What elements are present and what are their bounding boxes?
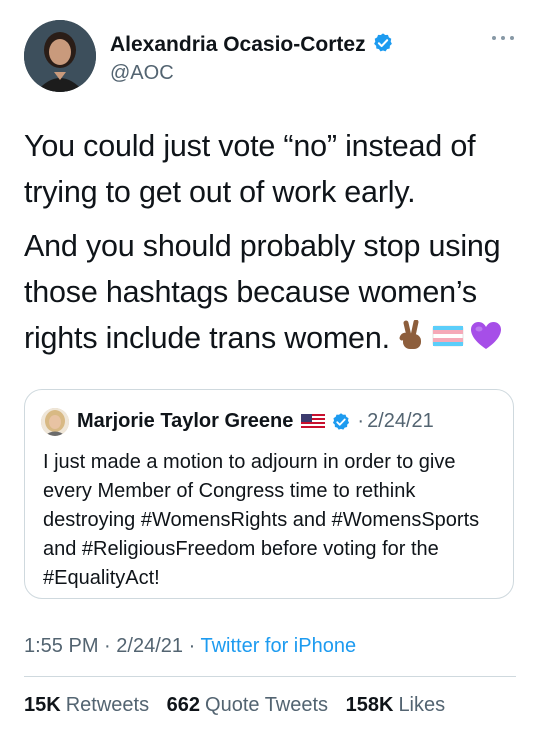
tweet-text-paragraph-2: And you should probably stop using those… (24, 223, 524, 361)
us-flag-icon (301, 413, 326, 430)
quoted-tweet-date[interactable]: 2/24/21 (367, 410, 434, 433)
tweet-card: Alexandria Ocasio-Cortez @AOC You could … (0, 0, 540, 739)
likes-count: 158K (345, 694, 394, 716)
author-handle[interactable]: @AOC (110, 62, 174, 85)
meta-separator-1: · (104, 635, 111, 657)
quoted-date-separator: · (357, 410, 365, 432)
tweet-date[interactable]: 2/24/21 (116, 635, 183, 657)
transgender-flag-emoji-icon (432, 325, 464, 347)
tweet-meta: 1:55 PM · 2/24/21 · Twitter for iPhone (24, 635, 356, 658)
quoted-tweet-header: Marjorie Taylor Greene · 2/24/21 (77, 410, 434, 433)
more-options-icon[interactable] (492, 34, 514, 42)
author-name[interactable]: Alexandria Ocasio-Cortez (110, 32, 394, 57)
verified-badge-icon (373, 33, 392, 52)
likes-label: Likes (398, 694, 446, 716)
quote-tweets-stat[interactable]: 662 Quote Tweets (167, 694, 328, 716)
quoted-author-avatar[interactable] (41, 408, 69, 436)
emoji-group (398, 320, 502, 352)
tweet-text-paragraph-1: You could just vote “no” instead of tryi… (24, 129, 476, 209)
quote-tweets-label: Quote Tweets (205, 694, 329, 716)
author-name-text[interactable]: Alexandria Ocasio-Cortez (110, 33, 366, 56)
tweet-stats: 15K Retweets 662 Quote Tweets 158K Likes (24, 694, 457, 717)
retweets-label: Retweets (65, 694, 150, 716)
likes-stat[interactable]: 158K Likes (346, 694, 446, 716)
victory-hand-emoji-icon (399, 320, 421, 349)
meta-separator-2: · (188, 635, 196, 657)
quoted-author-name[interactable]: Marjorie Taylor Greene (77, 410, 293, 433)
tweet-source-link[interactable]: Twitter for iPhone (200, 635, 356, 657)
tweet-time[interactable]: 1:55 PM (24, 635, 98, 657)
divider (24, 676, 516, 677)
quoted-verified-badge-icon (333, 412, 350, 430)
author-avatar[interactable] (24, 20, 96, 92)
purple-heart-emoji-icon (470, 322, 501, 349)
quoted-tweet-card[interactable]: Marjorie Taylor Greene · 2/24/21 I just … (24, 389, 514, 599)
retweets-stat[interactable]: 15K Retweets (24, 694, 149, 716)
quote-tweets-count: 662 (166, 694, 201, 716)
retweets-count: 15K (24, 694, 61, 716)
quoted-tweet-text: I just made a motion to adjourn in order… (43, 451, 480, 589)
